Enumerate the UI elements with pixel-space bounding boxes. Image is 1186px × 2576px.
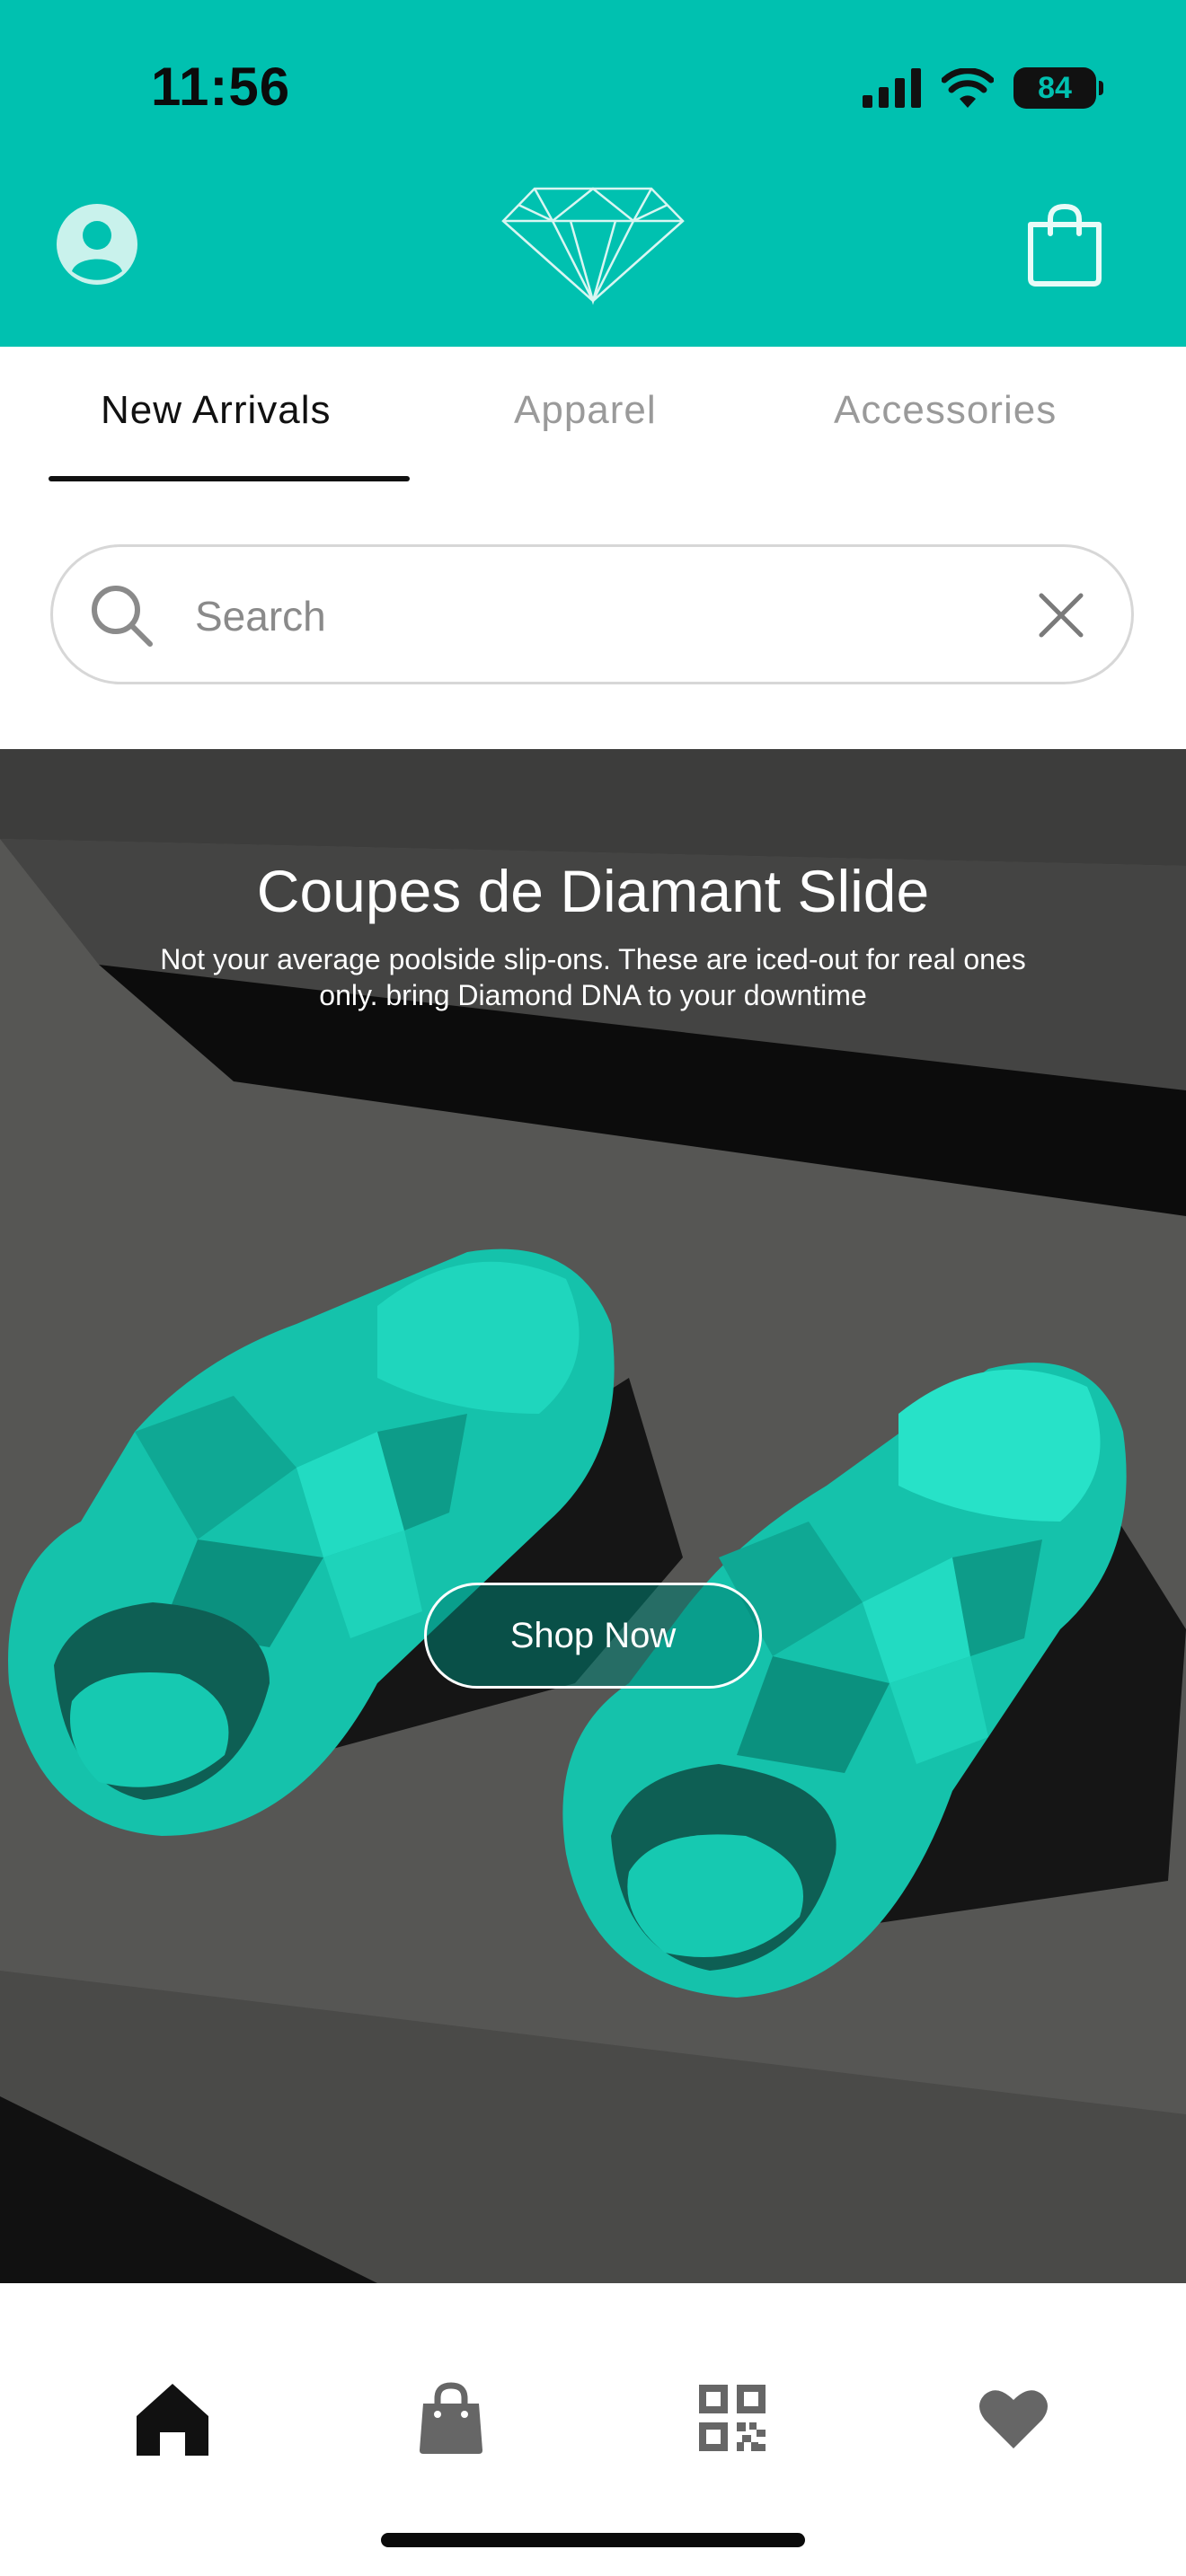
nav-scan[interactable] xyxy=(687,2373,777,2463)
status-icons: 84 xyxy=(863,65,1103,111)
active-tab-indicator xyxy=(49,476,410,481)
nav-favorites[interactable] xyxy=(969,2373,1058,2463)
cart-button[interactable] xyxy=(1020,198,1110,291)
search-input[interactable]: Search xyxy=(195,592,326,640)
nav-home[interactable] xyxy=(128,2373,217,2463)
shop-now-button[interactable]: Shop Now xyxy=(424,1583,762,1689)
hero-title: Coupes de Diamant Slide xyxy=(256,858,930,924)
home-icon xyxy=(137,2384,208,2456)
status-bar: 11:56 84 xyxy=(0,0,1186,171)
tab-new-arrivals[interactable]: New Arrivals xyxy=(101,388,332,433)
close-icon[interactable] xyxy=(1036,590,1086,640)
profile-button[interactable] xyxy=(52,199,142,289)
hero-description: Not your average poolside slip-ons. Thes… xyxy=(160,943,1026,1011)
category-tabs: New Arrivals Apparel Accessories xyxy=(0,347,1186,483)
battery-level: 84 xyxy=(1038,70,1072,105)
qr-code-icon xyxy=(699,2385,766,2451)
tab-apparel[interactable]: Apparel xyxy=(514,388,657,433)
user-circle-icon xyxy=(57,204,137,285)
shopping-bag-icon xyxy=(420,2382,482,2454)
signal-icon xyxy=(863,68,921,108)
tab-accessories[interactable]: Accessories xyxy=(834,388,1057,433)
app-header xyxy=(0,171,1186,347)
nav-shop[interactable] xyxy=(406,2373,496,2463)
bottom-navigation xyxy=(0,2283,1186,2576)
heart-icon xyxy=(979,2390,1048,2448)
search-bar[interactable]: Search xyxy=(50,544,1134,684)
search-icon xyxy=(92,586,153,647)
battery-indicator: 84 xyxy=(1013,67,1103,109)
diamond-logo-icon xyxy=(501,187,685,305)
hero-banner[interactable]: Coupes de Diamant Slide Not your average… xyxy=(0,749,1186,2283)
brand-logo[interactable] xyxy=(499,180,687,305)
wifi-icon xyxy=(942,68,994,108)
status-time: 11:56 xyxy=(151,57,291,117)
shopping-bag-icon xyxy=(1028,204,1102,287)
home-indicator xyxy=(381,2533,805,2547)
